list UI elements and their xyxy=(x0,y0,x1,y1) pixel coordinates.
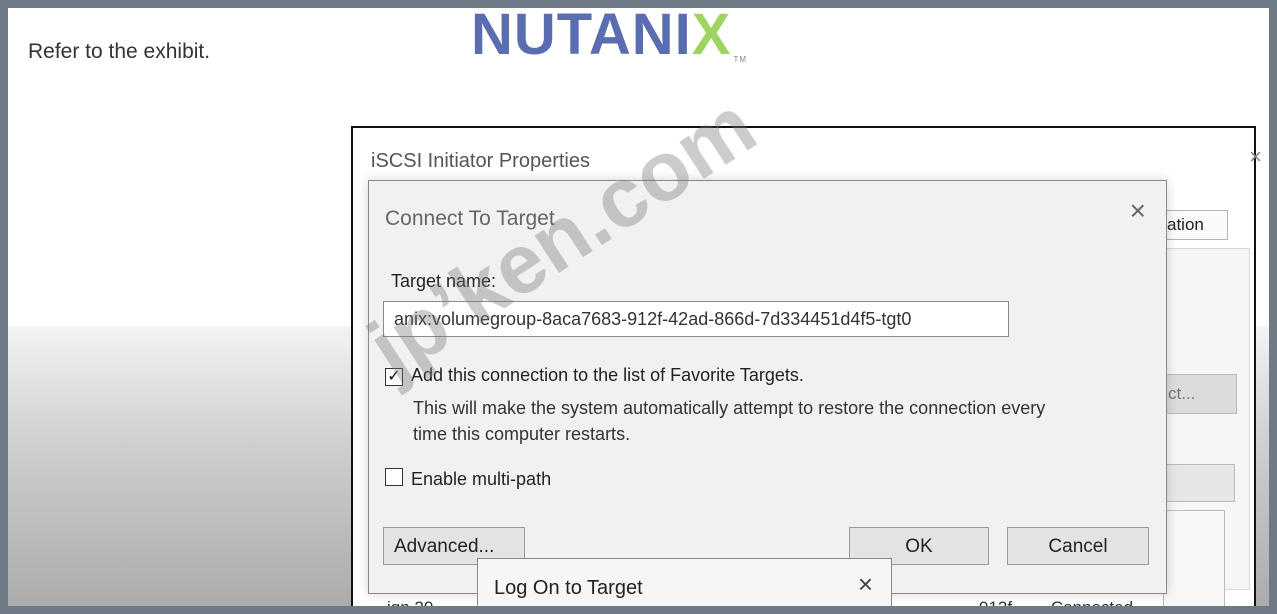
logo-x: X xyxy=(691,8,732,67)
exhibit-prompt: Refer to the exhibit. xyxy=(28,40,211,63)
iscsi-window-close-icon[interactable]: × xyxy=(1249,144,1262,170)
background-button-partial[interactable] xyxy=(1163,464,1235,502)
multipath-label: Enable multi-path xyxy=(411,469,552,489)
target-name-label: Target name: xyxy=(391,271,497,291)
logon-dialog-close-icon[interactable]: × xyxy=(858,571,873,597)
target-name-input[interactable]: anix:volumegroup-8aca7683-912f-42ad-866d… xyxy=(383,301,1009,337)
favorite-targets-label: Add this connection to the list of Favor… xyxy=(411,365,804,385)
log-on-to-target-dialog: Log On to Target × xyxy=(477,558,892,606)
iscsi-window-title: iSCSI Initiator Properties xyxy=(371,150,590,172)
background-list-partial xyxy=(1163,510,1225,606)
logo-tm: TM xyxy=(733,55,748,64)
dialog-title: Connect To Target xyxy=(385,207,555,230)
target-row-status: 912f-... Connected xyxy=(979,598,1133,606)
nutanix-logo: NUTANIX TM xyxy=(471,8,747,64)
target-row-status-text: Connected xyxy=(1051,598,1133,606)
connect-to-target-dialog: Connect To Target × Target name: anix:vo… xyxy=(368,180,1167,594)
favorite-targets-description: This will make the system automatically … xyxy=(413,398,1046,444)
cancel-button[interactable]: Cancel xyxy=(1007,527,1149,565)
connect-button-partial[interactable]: ct... xyxy=(1163,374,1237,414)
multipath-checkbox[interactable] xyxy=(385,468,403,486)
exhibit-frame: Refer to the exhibit. NUTANIX TM iSCSI In… xyxy=(8,8,1269,606)
favorite-targets-checkbox[interactable]: ✓ xyxy=(385,368,403,386)
tab-configuration-partial[interactable]: ation xyxy=(1163,210,1228,240)
target-row-name: iqn.20 xyxy=(387,598,433,606)
discovered-target-row[interactable]: iqn.20 912f-... Connected xyxy=(387,598,1133,606)
target-row-name-tail: 912f-... xyxy=(979,598,1032,606)
logo-text: NUTANI xyxy=(471,8,692,67)
logon-dialog-title: Log On to Target xyxy=(494,577,643,599)
dialog-close-icon[interactable]: × xyxy=(1130,197,1146,225)
